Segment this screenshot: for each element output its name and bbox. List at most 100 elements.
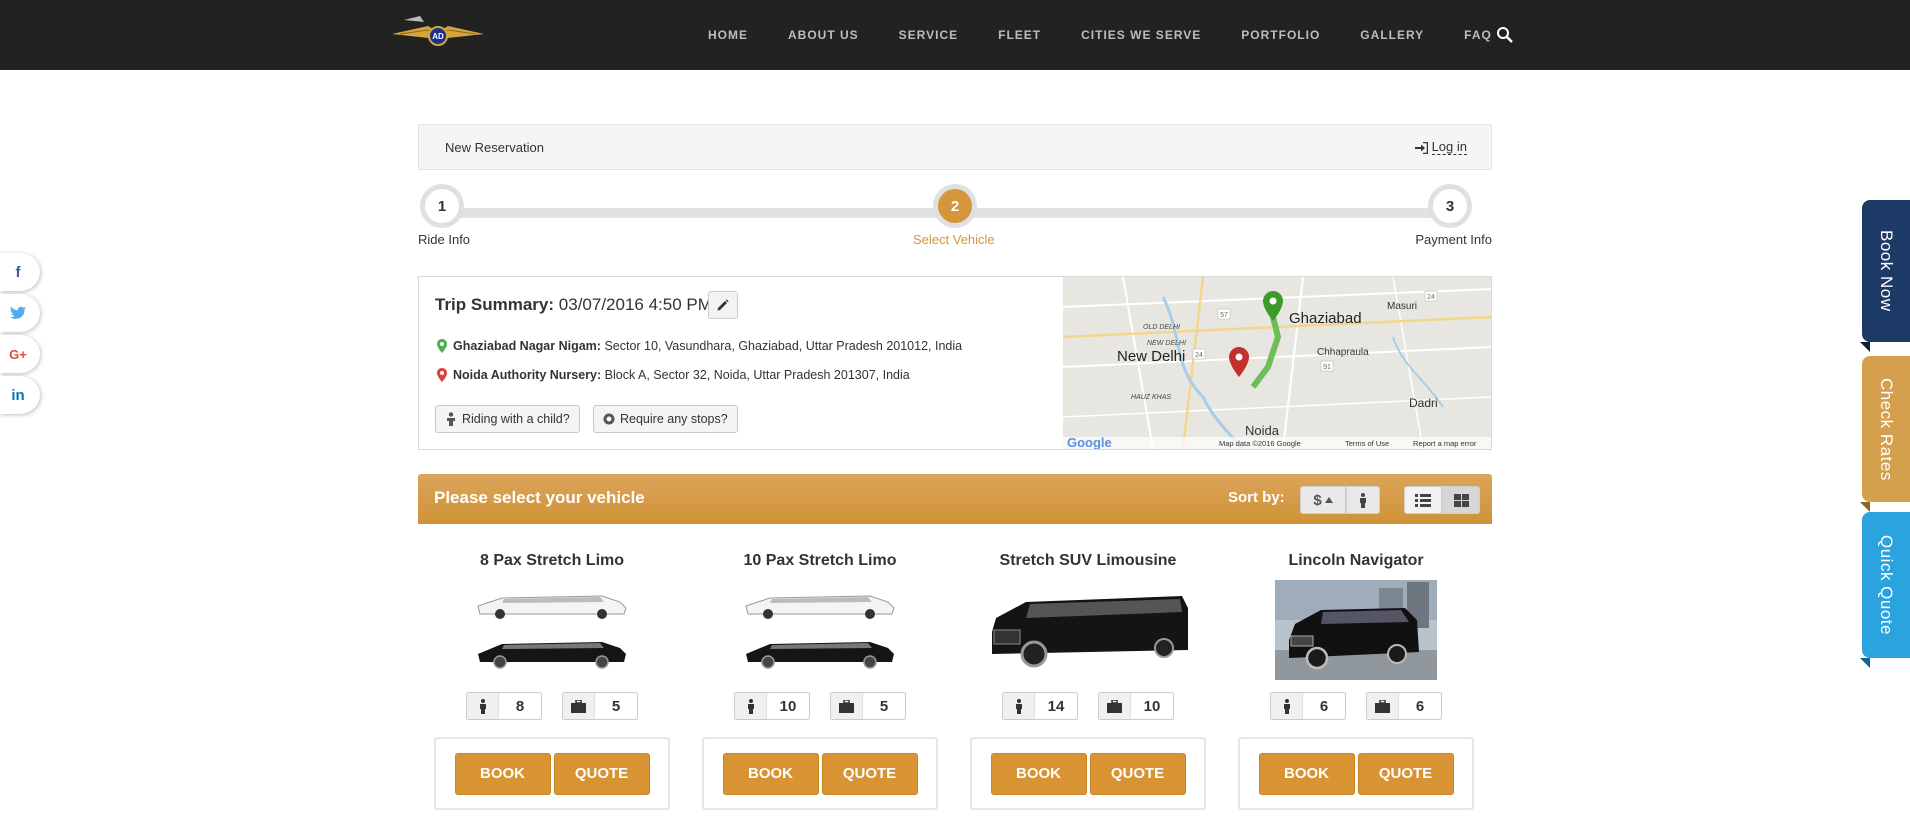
route-map[interactable]: 57 24 24 91 Ghaziabad New Delhi OLD DELH…: [1063, 277, 1491, 449]
map-label-hauz-khas: HAUZ KHAS: [1131, 394, 1171, 401]
sort-options: $: [1300, 486, 1380, 514]
map-canvas: 57 24 24 91 Ghaziabad New Delhi OLD DELH…: [1063, 277, 1491, 449]
nav-home[interactable]: HOME: [708, 28, 748, 42]
trip-summary-heading: Trip Summary:: [435, 295, 555, 314]
book-now-label: Book Now: [1877, 230, 1896, 312]
vehicle-capacity: 10 5: [686, 692, 954, 720]
search-icon[interactable]: [1496, 26, 1514, 44]
vehicle-name: Stretch SUV Limousine: [999, 552, 1177, 569]
vehicle-image-stretch-limo: [745, 595, 895, 669]
grid-view-button[interactable]: [1442, 486, 1480, 514]
facebook-link[interactable]: f: [0, 253, 40, 291]
nav-fleet[interactable]: FLEET: [998, 28, 1041, 42]
map-road-number: 57: [1220, 312, 1228, 319]
person-icon: [1360, 492, 1366, 508]
riding-with-child-button[interactable]: Riding with a child?: [435, 405, 580, 433]
person-icon: [1271, 693, 1303, 719]
step-1[interactable]: 1: [420, 184, 464, 228]
luggage-count: 5: [879, 697, 889, 715]
reservation-bar: New Reservation Log in: [418, 124, 1492, 170]
map-label-new-delhi-small: NEW DELHI: [1147, 340, 1186, 347]
riding-with-child-label: Riding with a child?: [462, 412, 570, 426]
vehicle-image-stretch-limo: [477, 595, 627, 669]
book-button[interactable]: BOOK: [1258, 752, 1355, 795]
nav-about-us[interactable]: ABOUT US: [788, 28, 859, 42]
passenger-capacity: 6: [1270, 692, 1346, 720]
nav-faq[interactable]: FAQ: [1464, 28, 1492, 42]
book-button[interactable]: BOOK: [454, 752, 551, 795]
quote-button[interactable]: QUOTE: [1357, 752, 1454, 795]
person-icon: [735, 693, 767, 719]
nav-gallery[interactable]: GALLERY: [1360, 28, 1424, 42]
step-2[interactable]: 2: [933, 184, 977, 228]
vehicle-actions: BOOK QUOTE: [970, 737, 1206, 810]
vehicle-capacity: 6 6: [1222, 692, 1490, 720]
briefcase-icon: [563, 693, 595, 719]
passenger-count: 6: [1319, 697, 1329, 715]
map-pin-red-icon: [437, 368, 447, 382]
dropoff-name: Noida Authority Nursery:: [453, 368, 602, 382]
passenger-capacity: 10: [734, 692, 810, 720]
trip-summary-title: Trip Summary: 03/07/2016 4:50 PM: [435, 295, 712, 315]
quick-quote-label: Quick Quote: [1877, 535, 1896, 635]
map-label-old-delhi: OLD DELHI: [1143, 324, 1180, 331]
luggage-capacity: 5: [562, 692, 638, 720]
sort-by-price-button[interactable]: $: [1300, 486, 1346, 514]
map-label-new-delhi: New Delhi: [1117, 348, 1185, 365]
book-button[interactable]: BOOK: [990, 752, 1087, 795]
dollar-icon: $: [1313, 491, 1322, 509]
list-view-button[interactable]: [1404, 486, 1442, 514]
vehicle-actions: BOOK QUOTE: [702, 737, 938, 810]
pencil-icon: [717, 299, 729, 311]
quote-button[interactable]: QUOTE: [1089, 752, 1186, 795]
login-link[interactable]: Log in: [1414, 139, 1467, 155]
nav-cities-we-serve[interactable]: CITIES WE SERVE: [1081, 28, 1201, 42]
twitter-link[interactable]: [0, 294, 40, 332]
step-1-number: 1: [425, 189, 459, 223]
grid-icon: [1453, 493, 1469, 507]
linkedin-link[interactable]: in: [0, 376, 40, 414]
google-plus-icon: G+: [9, 346, 27, 362]
linkedin-icon: in: [11, 386, 25, 404]
quick-quote-tab[interactable]: Quick Quote: [1862, 512, 1910, 658]
person-icon: [1003, 693, 1035, 719]
passenger-count: 8: [515, 697, 525, 715]
vehicle-name: Lincoln Navigator: [1288, 552, 1424, 569]
map-terms-link: Terms of Use: [1345, 439, 1389, 448]
pickup-name: Ghaziabad Nagar Nigam:: [453, 339, 601, 353]
nav-service[interactable]: SERVICE: [899, 28, 958, 42]
quote-button[interactable]: QUOTE: [821, 752, 918, 795]
list-icon: [1415, 493, 1431, 507]
google-plus-link[interactable]: G+: [0, 335, 40, 373]
vehicle-image-lincoln-navigator: [1275, 580, 1437, 680]
child-seat-icon: [447, 412, 455, 426]
require-stops-button[interactable]: Require any stops?: [593, 405, 738, 433]
main-nav: HOME ABOUT US SERVICE FLEET CITIES WE SE…: [708, 0, 1532, 70]
map-road-number: 24: [1427, 294, 1435, 301]
vehicle-select-title: Please select your vehicle: [434, 488, 645, 507]
passenger-capacity: 14: [1002, 692, 1078, 720]
google-logo: Google: [1067, 435, 1112, 449]
step-3-number: 3: [1433, 189, 1467, 223]
check-rates-tab[interactable]: Check Rates: [1862, 356, 1910, 502]
vehicle-image-suv-limo: [992, 596, 1188, 668]
top-navbar: AD HOME ABOUT US SERVICE FLEET CITIES WE…: [0, 0, 1910, 70]
sort-by-passengers-button[interactable]: [1346, 486, 1380, 514]
quote-button[interactable]: QUOTE: [553, 752, 650, 795]
stop-icon: [603, 413, 615, 425]
step-3-label: Payment Info: [1415, 232, 1492, 247]
step-3[interactable]: 3: [1428, 184, 1472, 228]
map-label-dadri: Dadri: [1409, 396, 1438, 410]
trip-datetime: 03/07/2016 4:50 PM: [558, 295, 712, 314]
sort-by-label: Sort by:: [1228, 489, 1285, 506]
edit-trip-button[interactable]: [708, 291, 738, 319]
logo-text: AD: [432, 32, 444, 41]
map-road-number: 24: [1195, 352, 1203, 359]
dropoff-location: Noida Authority Nursery: Block A, Sector…: [437, 368, 910, 382]
book-button[interactable]: BOOK: [722, 752, 819, 795]
book-now-tab[interactable]: Book Now: [1862, 200, 1910, 342]
nav-portfolio[interactable]: PORTFOLIO: [1241, 28, 1320, 42]
luggage-capacity: 5: [830, 692, 906, 720]
login-label: Log in: [1431, 139, 1467, 155]
company-logo[interactable]: AD: [390, 12, 486, 56]
